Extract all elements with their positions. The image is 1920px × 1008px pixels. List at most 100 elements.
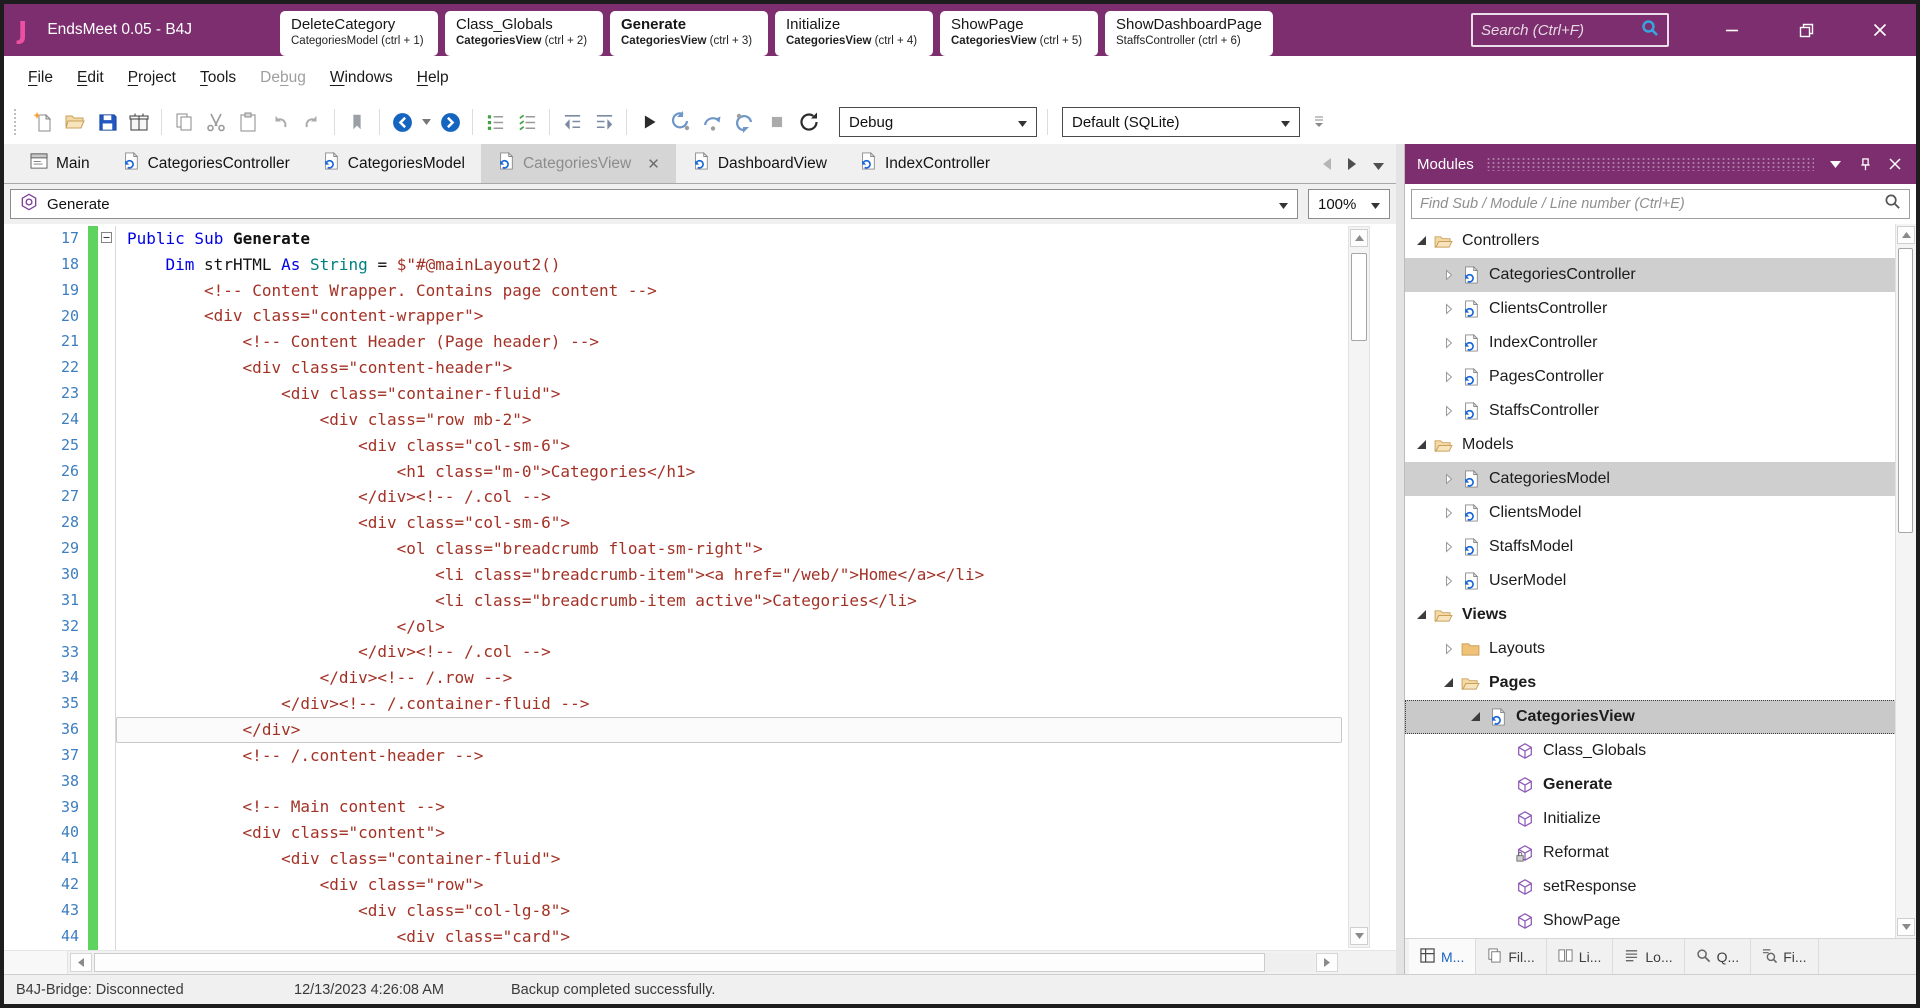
- quick-access-tab[interactable]: DeleteCategoryCategoriesModel (ctrl + 1): [280, 11, 438, 56]
- code-line-18[interactable]: 18Dim strHTML As String = $"#@mainLayout…: [4, 252, 1396, 278]
- find-sub-box[interactable]: [1411, 189, 1910, 219]
- code-line-28[interactable]: 28<div class="col-sm-6">: [4, 510, 1396, 536]
- expander-closed-icon[interactable]: [1440, 371, 1458, 383]
- new-project-icon[interactable]: [28, 107, 58, 137]
- panel-drag-texture[interactable]: [1486, 157, 1814, 171]
- run-icon[interactable]: [634, 107, 664, 137]
- expander-open-icon[interactable]: [1440, 677, 1458, 689]
- outdent-icon[interactable]: [557, 107, 587, 137]
- menu-debug[interactable]: Debug: [248, 69, 318, 87]
- build-configuration-select[interactable]: Default (SQLite): [1062, 107, 1300, 137]
- code-line-23[interactable]: 23<div class="container-fluid">: [4, 381, 1396, 407]
- tool-bar-overflow-icon[interactable]: [1314, 116, 1324, 128]
- scroll-tabs-right-icon[interactable]: [1348, 157, 1356, 175]
- module-tree-item-Reformat[interactable]: Reformat: [1405, 836, 1916, 870]
- search-input[interactable]: [1481, 22, 1641, 39]
- restart-icon[interactable]: [794, 107, 824, 137]
- expander-closed-icon[interactable]: [1440, 405, 1458, 417]
- scrollbar-track[interactable]: [94, 953, 1314, 972]
- editor-vertical-scrollbar[interactable]: [1348, 226, 1370, 948]
- code-line-38[interactable]: 38: [4, 769, 1396, 795]
- quick-access-tab[interactable]: Class_GlobalsCategoriesView (ctrl + 2): [445, 11, 603, 56]
- package-icon[interactable]: [124, 107, 154, 137]
- code-line-40[interactable]: 40<div class="content">: [4, 820, 1396, 846]
- scrollbar-thumb[interactable]: [1351, 253, 1367, 341]
- code-line-41[interactable]: 41<div class="container-fluid">: [4, 846, 1396, 872]
- editor-tab-Main[interactable]: Main: [14, 144, 106, 183]
- code-line-34[interactable]: 34</div><!-- /.row -->: [4, 665, 1396, 691]
- code-line-22[interactable]: 22<div class="content-header">: [4, 355, 1396, 381]
- minimize-button[interactable]: [1720, 18, 1744, 42]
- menu-help[interactable]: Help: [405, 69, 461, 87]
- expander-open-icon[interactable]: [1413, 439, 1431, 451]
- stop-icon[interactable]: [762, 107, 792, 137]
- close-tab-icon[interactable]: ✕: [647, 155, 660, 173]
- code-line-39[interactable]: 39<!-- Main content -->: [4, 795, 1396, 821]
- navigate-back-dropdown-icon[interactable]: [419, 107, 433, 137]
- panel-tab-Fi[interactable]: Fi...: [1751, 939, 1818, 974]
- close-panel-icon[interactable]: [1886, 155, 1904, 173]
- undo-icon[interactable]: [265, 107, 295, 137]
- copy-icon[interactable]: [169, 107, 199, 137]
- module-tree-item-ClientsController[interactable]: ClientsController: [1405, 292, 1916, 326]
- scroll-down-icon[interactable]: [1897, 918, 1915, 936]
- menu-windows[interactable]: Windows: [318, 69, 405, 87]
- module-tree-item-StaffsController[interactable]: StaffsController: [1405, 394, 1916, 428]
- code-line-17[interactable]: 17Public Sub Generate: [4, 226, 1396, 252]
- expander-closed-icon[interactable]: [1440, 643, 1458, 655]
- navigate-back-icon[interactable]: [387, 107, 417, 137]
- scroll-right-icon[interactable]: [1316, 953, 1338, 972]
- scroll-left-icon[interactable]: [70, 953, 92, 972]
- panel-vertical-scrollbar[interactable]: [1895, 224, 1916, 938]
- code-line-44[interactable]: 44<div class="card">: [4, 924, 1396, 950]
- pin-icon[interactable]: [1856, 155, 1874, 173]
- expander-open-icon[interactable]: [1413, 609, 1431, 621]
- code-line-20[interactable]: 20<div class="content-wrapper">: [4, 304, 1396, 330]
- module-tree-item-CategoriesModel[interactable]: CategoriesModel: [1405, 462, 1916, 496]
- scroll-down-icon[interactable]: [1350, 927, 1368, 945]
- editor-tab-CategoriesModel[interactable]: CategoriesModel: [306, 144, 481, 183]
- module-tree-item-Controllers[interactable]: Controllers: [1405, 224, 1916, 258]
- step-into-icon[interactable]: [666, 107, 696, 137]
- code-line-24[interactable]: 24<div class="row mb-2">: [4, 407, 1396, 433]
- code-line-42[interactable]: 42<div class="row">: [4, 872, 1396, 898]
- code-line-43[interactable]: 43<div class="col-lg-8">: [4, 898, 1396, 924]
- find-sub-input[interactable]: [1420, 196, 1884, 212]
- code-line-33[interactable]: 33</div><!-- /.col -->: [4, 640, 1396, 666]
- editor-tab-IndexController[interactable]: IndexController: [843, 144, 1006, 183]
- expander-closed-icon[interactable]: [1440, 269, 1458, 281]
- panel-tab-Q[interactable]: Q...: [1685, 939, 1752, 974]
- tab-list-dropdown-icon[interactable]: [1373, 157, 1384, 175]
- scrollbar-thumb[interactable]: [94, 953, 1265, 972]
- code-line-35[interactable]: 35</div><!-- /.container-fluid -->: [4, 691, 1396, 717]
- code-line-37[interactable]: 37<!-- /.content-header -->: [4, 743, 1396, 769]
- expander-closed-icon[interactable]: [1440, 303, 1458, 315]
- zoom-select[interactable]: 100%: [1308, 189, 1390, 219]
- code-line-25[interactable]: 25<div class="col-sm-6">: [4, 433, 1396, 459]
- scrollbar-thumb[interactable]: [1898, 248, 1913, 533]
- module-tree-item-CategoriesController[interactable]: CategoriesController: [1405, 258, 1916, 292]
- quick-access-tab[interactable]: ShowPageCategoriesView (ctrl + 5): [940, 11, 1098, 56]
- title-search-box[interactable]: [1471, 13, 1669, 47]
- module-tree-item-StaffsModel[interactable]: StaffsModel: [1405, 530, 1916, 564]
- code-line-21[interactable]: 21<!-- Content Header (Page header) -->: [4, 329, 1396, 355]
- module-tree-item-Pages[interactable]: Pages: [1405, 666, 1916, 700]
- paste-icon[interactable]: [233, 107, 263, 137]
- code-line-36[interactable]: 36</div>: [4, 717, 1396, 743]
- module-tree-item-Layouts[interactable]: Layouts: [1405, 632, 1916, 666]
- cut-icon[interactable]: [201, 107, 231, 137]
- comment-icon[interactable]: [480, 107, 510, 137]
- code-line-30[interactable]: 30<li class="breadcrumb-item"><a href="/…: [4, 562, 1396, 588]
- close-button[interactable]: [1868, 18, 1892, 42]
- module-tree-item-PagesController[interactable]: PagesController: [1405, 360, 1916, 394]
- expander-closed-icon[interactable]: [1440, 473, 1458, 485]
- module-tree-item-Class_Globals[interactable]: Class_Globals: [1405, 734, 1916, 768]
- expander-closed-icon[interactable]: [1440, 337, 1458, 349]
- scroll-up-icon[interactable]: [1350, 229, 1368, 247]
- menu-project[interactable]: Project: [116, 69, 188, 87]
- fold-toggle-icon[interactable]: [101, 230, 112, 248]
- expander-closed-icon[interactable]: [1440, 507, 1458, 519]
- modules-panel-header[interactable]: Modules: [1405, 144, 1916, 184]
- code-editor[interactable]: 17Public Sub Generate18Dim strHTML As St…: [4, 224, 1396, 950]
- code-line-31[interactable]: 31<li class="breadcrumb-item active">Cat…: [4, 588, 1396, 614]
